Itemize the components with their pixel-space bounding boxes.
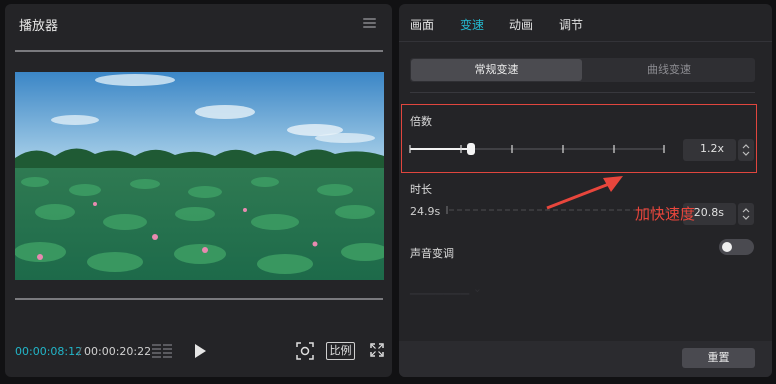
total-time: 00:00:20:22	[84, 345, 152, 358]
menu-icon[interactable]	[363, 18, 376, 28]
speed-value-field[interactable]: 1.2x	[683, 139, 736, 161]
normal-speed-tab[interactable]: 常规变速	[411, 59, 582, 81]
speed-label: 倍数	[410, 115, 432, 128]
waveform-grid-icon[interactable]	[151, 342, 173, 360]
duration-stepper[interactable]	[738, 203, 754, 225]
player-panel: 播放器 00:00:08:12 / 00:00:20:22 比例	[5, 4, 392, 377]
annotation-arrow-icon	[546, 176, 623, 210]
stepper-arrows-icon	[742, 208, 750, 220]
duration-label: 时长	[410, 183, 432, 196]
ghost-dropdown: ▁▁▁▁▁▁▁ ⌄	[410, 282, 482, 295]
pitch-toggle[interactable]	[719, 239, 754, 255]
speed-slider[interactable]	[409, 142, 669, 156]
fullscreen-icon[interactable]	[370, 343, 384, 357]
tab-speed[interactable]: 变速	[460, 16, 484, 33]
duration-value: 20.8s	[693, 206, 724, 219]
play-icon[interactable]	[193, 343, 207, 359]
fit-screen-icon[interactable]	[296, 342, 314, 360]
aspect-ratio-button[interactable]: 比例	[326, 342, 355, 360]
divider-top	[15, 50, 383, 52]
video-preview[interactable]	[15, 72, 384, 280]
tabs-divider	[399, 41, 772, 42]
curve-speed-tab[interactable]: 曲线变速	[584, 59, 754, 81]
player-title: 播放器	[19, 19, 59, 34]
tab-picture[interactable]: 画面	[410, 16, 434, 33]
original-duration: 24.9s	[410, 205, 441, 218]
reset-button[interactable]: 重置	[682, 348, 755, 368]
tab-adjust[interactable]: 调节	[559, 16, 583, 33]
lotus-field-image	[15, 72, 384, 280]
time-separator: /	[78, 345, 82, 358]
speed-value: 1.2x	[699, 142, 724, 155]
annotation-text: 加快速度	[635, 205, 696, 223]
divider-bottom	[15, 298, 383, 300]
tab-animation[interactable]: 动画	[509, 16, 533, 33]
speed-mode-switch: 常规变速 曲线变速	[410, 58, 755, 82]
current-time: 00:00:08:12	[15, 345, 83, 358]
stepper-arrows-icon	[742, 144, 750, 156]
pitch-label: 声音变调	[410, 247, 454, 260]
section-divider	[410, 92, 755, 93]
speed-slider-handle	[467, 143, 475, 155]
speed-stepper[interactable]	[738, 139, 754, 161]
